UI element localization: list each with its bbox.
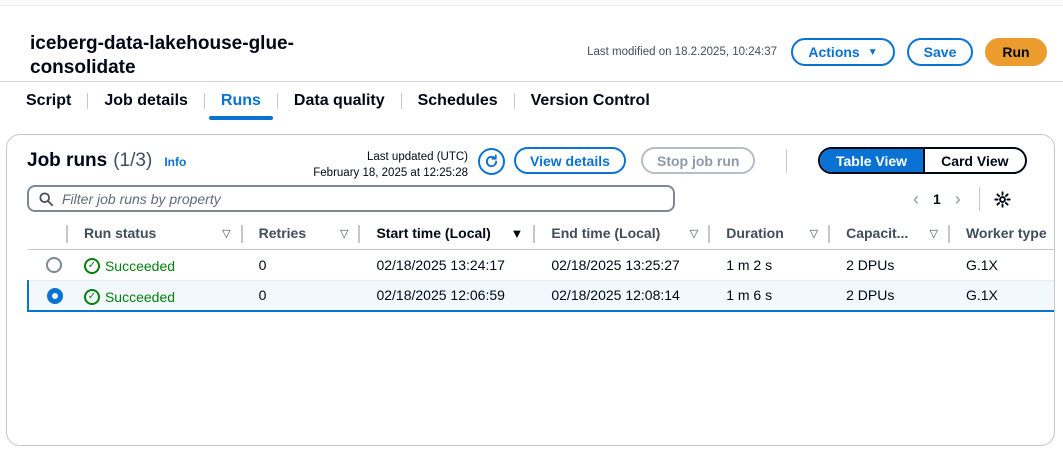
status-text: Succeeded <box>104 288 176 305</box>
status-succeeded: ✓ Succeeded <box>83 258 176 274</box>
runs-count: (1/3) <box>113 150 153 171</box>
sort-icon: ▽ <box>340 227 349 240</box>
last-updated: Last updated (UTC) February 18, 2025 at … <box>271 149 468 181</box>
stop-job-run-button[interactable]: Stop job run <box>641 147 756 174</box>
column-label: Run status <box>83 225 157 242</box>
actions-dropdown-button[interactable]: Actions ▼ <box>791 38 895 66</box>
table-view-toggle[interactable]: Table View <box>820 149 924 172</box>
header-actions: Last modified on 18.2.2025, 10:24:37 Act… <box>587 38 1047 66</box>
column-header-retries[interactable]: Retries ▽ <box>242 218 361 250</box>
last-updated-value: February 18, 2025 at 12:25:28 <box>313 167 468 179</box>
end-time-cell: 02/18/2025 12:08:14 <box>535 279 711 312</box>
column-label: End time (Local) <box>551 225 661 242</box>
column-header-capacity[interactable]: Capacit... ▽ <box>830 218 950 250</box>
column-header-end-time[interactable]: End time (Local) ▽ <box>535 218 711 250</box>
column-header-worker-type[interactable]: Worker type <box>949 218 1054 250</box>
tab-version-control[interactable]: Version Control <box>515 82 666 120</box>
worker-type-cell: G.1X <box>949 279 1054 312</box>
check-circle-icon: ✓ <box>83 258 100 274</box>
last-updated-label: Last updated (UTC) <box>367 151 468 163</box>
info-link[interactable]: Info <box>164 155 186 169</box>
search-icon <box>39 191 53 206</box>
tab-data-quality[interactable]: Data quality <box>278 82 401 120</box>
worker-type-cell: G.1X <box>965 256 998 273</box>
status-cell: ✓ Succeeded <box>67 279 243 312</box>
sort-descending-icon: ▼ <box>510 225 524 241</box>
tab-runs[interactable]: Runs <box>205 82 277 120</box>
tab-schedules[interactable]: Schedules <box>402 82 514 120</box>
page-title: iceberg-data-lakehouse-glue-consolidate <box>30 33 294 78</box>
panel-title-text: Job runs <box>27 150 108 171</box>
column-label: Duration <box>726 225 784 242</box>
column-label: Worker type <box>965 225 1047 242</box>
tab-job-details[interactable]: Job details <box>88 82 204 120</box>
chevron-left-icon[interactable]: ‹ <box>913 189 919 210</box>
column-label: Capacit... <box>846 225 909 242</box>
check-circle-icon: ✓ <box>83 288 100 305</box>
retries-cell: 0 <box>258 256 267 273</box>
row-radio[interactable] <box>47 287 63 304</box>
pager-divider <box>978 187 980 211</box>
current-page[interactable]: 1 <box>933 191 941 207</box>
status-text: Succeeded <box>104 258 176 274</box>
toolbar-divider <box>786 149 787 173</box>
view-toggle: Table View Card View <box>818 147 1027 174</box>
job-runs-table: Run status ▽ Retries ▽ Start time (Local) ▼… <box>27 218 1054 312</box>
sort-icon: ▽ <box>929 227 938 240</box>
view-details-button[interactable]: View details <box>514 147 626 174</box>
table-header-row: Run status ▽ Retries ▽ Start time (Local) ▼… <box>28 218 1054 250</box>
pagination: ‹ 1 › <box>913 187 1011 211</box>
sort-icon: ▽ <box>809 227 819 240</box>
status-succeeded: ✓ Succeeded <box>83 288 176 305</box>
run-button[interactable]: Run <box>985 38 1047 66</box>
end-time-cell: 02/18/2025 13:25:27 <box>551 256 680 273</box>
duration-cell: 1 m 6 s <box>710 279 831 312</box>
column-label: Start time (Local) <box>376 225 491 242</box>
panel-title: Job runs (1/3) Info <box>27 150 186 172</box>
column-header-start-time[interactable]: Start time (Local) ▼ <box>360 218 536 250</box>
caret-down-icon: ▼ <box>867 46 878 58</box>
capacity-cell: 2 DPUs <box>846 256 895 273</box>
status-cell: ✓ Succeeded <box>68 249 243 280</box>
row-select-cell <box>28 249 68 280</box>
last-modified-text: Last modified on 18.2.2025, 10:24:37 <box>587 46 777 58</box>
filter-field <box>27 185 675 212</box>
select-column-header <box>28 218 68 250</box>
chevron-right-icon[interactable]: › <box>955 189 961 210</box>
gear-icon[interactable] <box>994 190 1011 208</box>
top-border <box>0 0 1063 6</box>
capacity-cell: 2 DPUs <box>830 279 950 312</box>
refresh-button[interactable] <box>478 148 505 175</box>
job-tabs: Script Job details Runs Data quality Sch… <box>0 81 1063 120</box>
retries-cell: 0 <box>242 279 361 312</box>
save-button[interactable]: Save <box>907 38 973 66</box>
refresh-icon <box>485 154 498 168</box>
column-header-run-status[interactable]: Run status ▽ <box>67 218 243 250</box>
duration-cell: 1 m 2 s <box>726 256 773 273</box>
card-view-toggle[interactable]: Card View <box>923 149 1024 172</box>
row-radio[interactable] <box>46 257 62 274</box>
actions-label: Actions <box>808 44 860 60</box>
start-time-cell: 02/18/2025 13:24:17 <box>376 256 505 273</box>
tab-script[interactable]: Script <box>10 82 87 120</box>
table-row[interactable]: ✓ Succeeded 0 02/18/2025 13:24:17 02/18/… <box>28 249 1054 280</box>
row-select-cell <box>27 279 68 312</box>
column-label: Retries <box>258 225 307 242</box>
filter-input[interactable] <box>62 190 642 207</box>
job-runs-panel: Job runs (1/3) Info Last updated (UTC) F… <box>6 134 1055 446</box>
table-row[interactable]: ✓ Succeeded 0 02/18/2025 12:06:59 02/18/… <box>27 279 1054 312</box>
sort-icon: ▽ <box>689 227 699 240</box>
column-header-duration[interactable]: Duration ▽ <box>710 218 831 250</box>
start-time-cell: 02/18/2025 12:06:59 <box>360 279 536 312</box>
sort-icon: ▽ <box>222 227 231 240</box>
